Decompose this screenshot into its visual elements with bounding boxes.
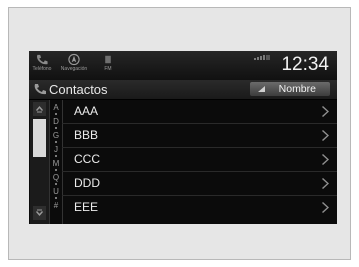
alpha-index-a[interactable]: A bbox=[50, 103, 62, 112]
alpha-divider-dot bbox=[55, 141, 57, 143]
chevron-right-icon bbox=[322, 130, 329, 141]
list-item[interactable]: EEE bbox=[62, 196, 337, 220]
navigation-tab[interactable]: Navegación bbox=[56, 53, 92, 72]
contact-name: EEE bbox=[74, 200, 99, 214]
contacts-header: Contactos Nombre bbox=[29, 80, 337, 100]
sort-by-name-button[interactable]: Nombre bbox=[250, 82, 330, 96]
fm-radio-icon bbox=[105, 55, 111, 64]
sort-icon bbox=[258, 86, 265, 92]
alpha-index-q[interactable]: Q bbox=[50, 173, 62, 182]
list-item[interactable]: BBB bbox=[62, 124, 337, 148]
alpha-index-m[interactable]: M bbox=[50, 159, 62, 168]
alpha-divider-dot bbox=[55, 169, 57, 171]
scroll-up-button[interactable] bbox=[33, 102, 46, 116]
contact-name: BBB bbox=[74, 128, 99, 142]
list-item[interactable]: DDD bbox=[62, 172, 337, 196]
fm-tab[interactable]: FM bbox=[99, 53, 117, 72]
chevron-down-icon bbox=[36, 209, 43, 216]
contact-name: DDD bbox=[74, 176, 100, 190]
sort-button-label: Nombre bbox=[278, 83, 316, 95]
chevron-up-icon bbox=[36, 106, 43, 113]
alpha-divider-dot bbox=[55, 197, 57, 199]
chevron-right-icon bbox=[322, 154, 329, 165]
clock: 12:34 bbox=[281, 54, 329, 75]
alpha-divider-dot bbox=[55, 113, 57, 115]
phone-icon bbox=[37, 54, 48, 65]
chevron-right-icon bbox=[322, 178, 329, 189]
fm-label: FM bbox=[104, 66, 112, 72]
alpha-divider-dot bbox=[55, 155, 57, 157]
alphabet-index[interactable]: A D G J M Q U # bbox=[49, 100, 63, 224]
contact-name: AAA bbox=[74, 104, 99, 118]
phone-tab[interactable]: Teléfono bbox=[30, 53, 54, 72]
alpha-divider-dot bbox=[55, 127, 57, 129]
chevron-right-icon bbox=[322, 106, 329, 117]
list-item[interactable]: AAA bbox=[62, 100, 337, 124]
scrollbar[interactable] bbox=[30, 100, 49, 224]
alpha-index-hash[interactable]: # bbox=[50, 201, 62, 210]
back-phone-icon[interactable] bbox=[31, 81, 51, 98]
navigation-icon bbox=[68, 53, 80, 66]
phone-label: Teléfono bbox=[32, 66, 52, 72]
signal-icon bbox=[254, 55, 270, 60]
chevron-right-icon bbox=[322, 202, 329, 213]
alpha-index-g[interactable]: G bbox=[50, 131, 62, 140]
alpha-divider-dot bbox=[55, 183, 57, 185]
infotainment-screen: Teléfono Navegación FM 12:34 Contactos N… bbox=[29, 51, 337, 224]
alpha-index-d[interactable]: D bbox=[50, 117, 62, 126]
list-item[interactable]: CCC bbox=[62, 148, 337, 172]
page-title: Contactos bbox=[49, 82, 108, 97]
contacts-list: AAA BBB CCC DDD EEE bbox=[62, 100, 337, 224]
scroll-thumb[interactable] bbox=[33, 119, 46, 157]
status-bar: Teléfono Navegación FM 12:34 bbox=[29, 51, 337, 80]
contact-name: CCC bbox=[74, 152, 100, 166]
navigation-label: Navegación bbox=[60, 66, 88, 72]
alpha-index-j[interactable]: J bbox=[50, 145, 62, 154]
alpha-index-u[interactable]: U bbox=[50, 187, 62, 196]
scroll-down-button[interactable] bbox=[33, 206, 46, 220]
